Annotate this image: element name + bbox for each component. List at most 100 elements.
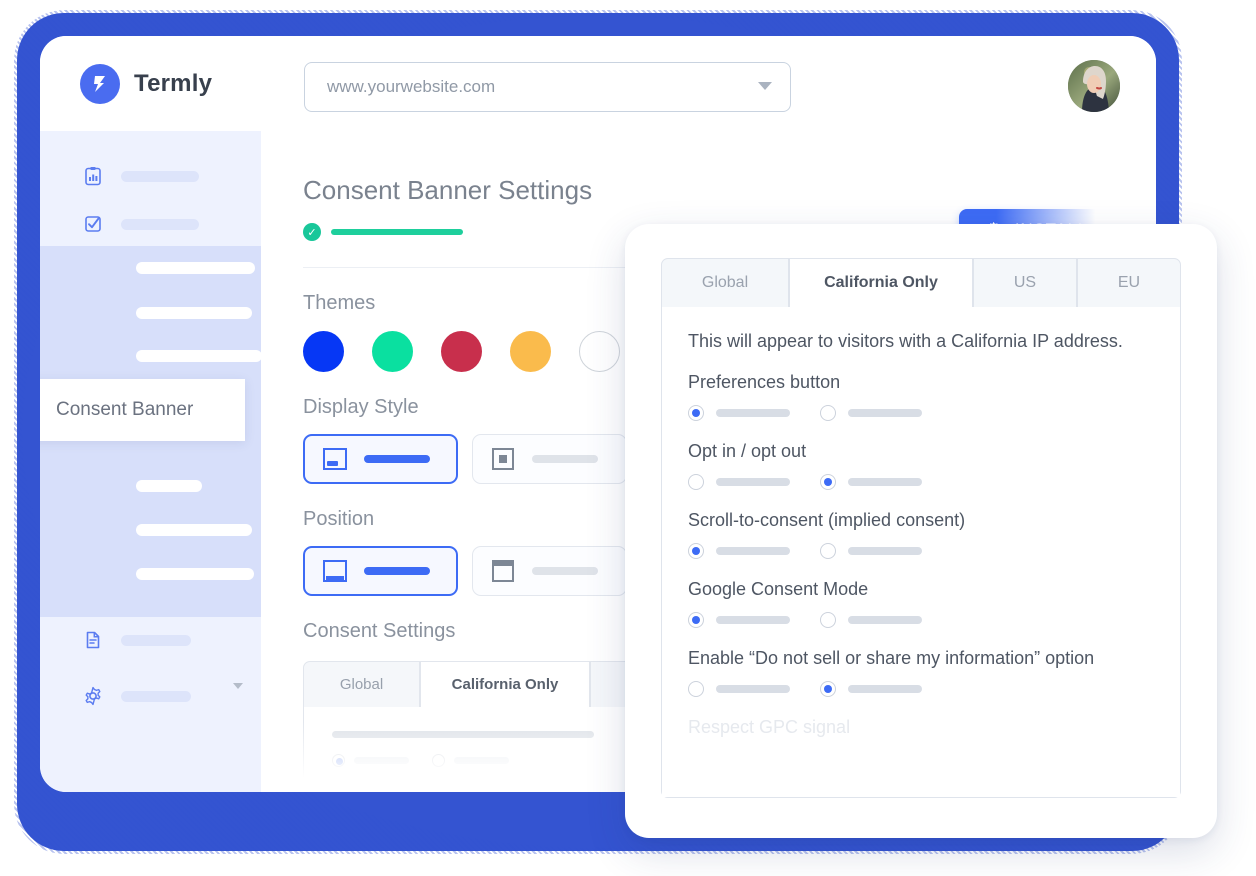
sidebar-item-dashboard[interactable]	[83, 159, 261, 193]
display-style-option-banner[interactable]	[303, 434, 458, 484]
background-tab-label: California Only	[451, 676, 559, 693]
sidebar-item-label	[121, 690, 191, 702]
background-tab-global[interactable]: Global	[303, 661, 420, 708]
radio-off[interactable]	[820, 612, 836, 628]
setting-label: Scroll-to-consent (implied consent)	[688, 510, 966, 530]
consent-settings-popup: Global California Only US EU This will a…	[625, 224, 1217, 838]
user-avatar[interactable]	[1068, 60, 1120, 112]
background-radio-selected[interactable]	[332, 754, 345, 767]
radio-on[interactable]	[688, 612, 704, 628]
position-option-label	[532, 567, 598, 575]
modal-center-icon	[488, 444, 518, 474]
tab-us[interactable]: US	[973, 258, 1077, 308]
termly-bolt-logo-icon	[80, 63, 120, 104]
setting-opt-in-opt-out: Opt in / opt out	[688, 441, 1154, 490]
radio-option[interactable]	[820, 405, 922, 421]
radio-option[interactable]	[820, 681, 922, 697]
position-option-bottom[interactable]	[303, 546, 458, 596]
sidebar-sub-item[interactable]	[136, 480, 202, 492]
setting-scroll-to-consent: Scroll-to-consent (implied consent)	[688, 510, 1154, 559]
sidebar-sub-item[interactable]	[136, 568, 254, 580]
display-style-option-label	[364, 455, 430, 463]
sidebar-sub-item[interactable]	[136, 524, 252, 536]
setting-label: Respect GPC signal	[688, 717, 851, 737]
radio-on[interactable]	[820, 681, 836, 697]
radio-on[interactable]	[688, 543, 704, 559]
setting-respect-gpc-signal: Respect GPC signal	[688, 717, 1154, 738]
radio-option[interactable]	[688, 543, 790, 559]
radio-off[interactable]	[820, 543, 836, 559]
theme-swatch-green[interactable]	[372, 331, 413, 372]
position-option-top[interactable]	[472, 546, 627, 596]
brand: Termly	[80, 63, 213, 104]
setting-label: Enable “Do not sell or share my informat…	[688, 648, 1095, 668]
radio-option-label	[716, 616, 790, 624]
sidebar-item-consent-banner-label: Consent Banner	[56, 399, 194, 420]
position-option-label	[364, 567, 430, 575]
radio-option[interactable]	[688, 405, 790, 421]
sidebar-bottom-group	[40, 623, 261, 713]
brand-name: Termly	[134, 69, 213, 97]
check-circle-icon: ✓	[303, 223, 321, 241]
radio-off[interactable]	[820, 405, 836, 421]
sidebar-sub-item[interactable]	[136, 307, 252, 319]
placeholder-line	[354, 757, 409, 764]
background-radio[interactable]	[432, 754, 445, 767]
tab-california-only[interactable]: California Only	[789, 258, 973, 308]
chevron-down-icon[interactable]	[233, 683, 243, 689]
sidebar: Consent Banner	[40, 131, 262, 792]
progress-bar	[331, 229, 463, 235]
chevron-down-icon	[758, 82, 772, 90]
placeholder-line	[332, 731, 594, 738]
top-bar: Termly www.yourwebsite.com	[40, 36, 1156, 131]
radio-option-label	[848, 547, 922, 555]
clipboard-chart-icon	[83, 166, 103, 186]
popup-content: Global California Only US EU This will a…	[661, 258, 1181, 798]
radio-option[interactable]	[820, 612, 922, 628]
radio-option-label	[716, 478, 790, 486]
sidebar-item-label	[121, 634, 191, 646]
radio-option-label	[848, 685, 922, 693]
website-select[interactable]: www.yourwebsite.com	[304, 62, 791, 112]
sidebar-item-tasks[interactable]	[83, 207, 261, 241]
radio-off[interactable]	[688, 474, 704, 490]
setting-label: Preferences button	[688, 372, 841, 392]
radio-option-label	[716, 409, 790, 417]
radio-option-label	[716, 547, 790, 555]
tab-eu[interactable]: EU	[1077, 258, 1181, 308]
page-title: Consent Banner Settings	[303, 175, 593, 205]
document-icon	[83, 630, 103, 650]
sidebar-item-label	[121, 170, 199, 182]
gear-icon	[83, 686, 103, 706]
radio-on[interactable]	[688, 405, 704, 421]
theme-swatch-blue[interactable]	[303, 331, 344, 372]
tab-label: California Only	[824, 274, 938, 291]
radio-option[interactable]	[820, 543, 922, 559]
sidebar-sub-item[interactable]	[136, 262, 255, 274]
theme-swatch-red[interactable]	[441, 331, 482, 372]
background-tab-label: Global	[339, 676, 384, 693]
background-tab-california-only[interactable]: California Only	[420, 661, 590, 708]
tab-label: US	[1013, 274, 1037, 291]
radio-option[interactable]	[820, 474, 922, 490]
setting-radio-group	[688, 474, 1154, 490]
sidebar-item-label	[121, 218, 199, 230]
theme-swatch-white[interactable]	[579, 331, 620, 372]
radio-option-label	[848, 409, 922, 417]
banner-bottom-icon	[320, 444, 350, 474]
setting-radio-group	[688, 543, 1154, 559]
display-style-option-modal[interactable]	[472, 434, 627, 484]
display-style-option-label	[532, 455, 598, 463]
sidebar-sub-item[interactable]	[136, 350, 262, 362]
popup-tabs: Global California Only US EU	[661, 258, 1181, 308]
position-bottom-icon	[320, 556, 350, 586]
radio-option[interactable]	[688, 612, 790, 628]
theme-swatch-yellow[interactable]	[510, 331, 551, 372]
radio-option[interactable]	[688, 681, 790, 697]
sidebar-item-consent-banner[interactable]: Consent Banner	[40, 379, 245, 441]
radio-option[interactable]	[688, 474, 790, 490]
radio-off[interactable]	[688, 681, 704, 697]
radio-on[interactable]	[820, 474, 836, 490]
tab-global[interactable]: Global	[661, 258, 789, 308]
sidebar-item-documents[interactable]	[83, 623, 261, 657]
